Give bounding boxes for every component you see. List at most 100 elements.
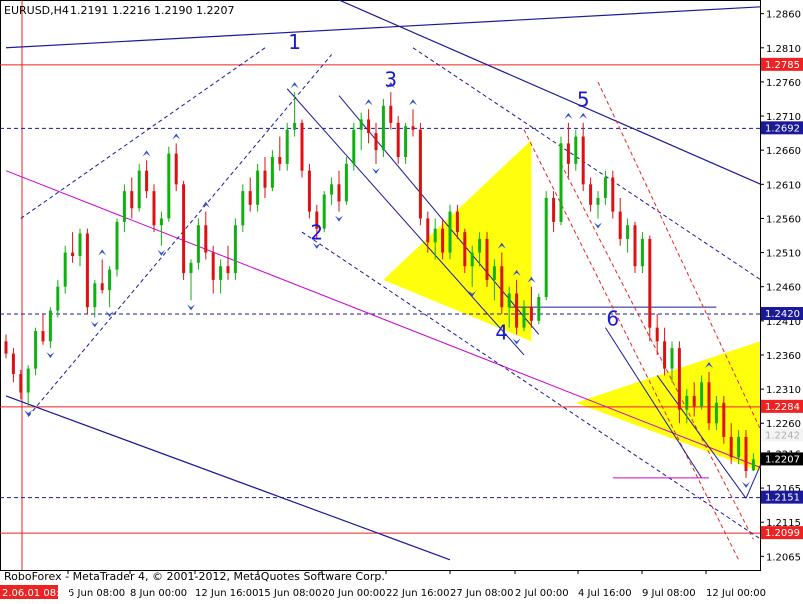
candle	[722, 395, 726, 444]
candle	[300, 119, 304, 178]
x-tick-label: 12 Jul 00:00	[706, 588, 766, 599]
y-tick-label: 1.2660	[766, 146, 801, 157]
y-tick-label: 1.2610	[766, 180, 801, 191]
candle-body	[648, 238, 652, 328]
level-price-label: 1.2420	[765, 309, 800, 320]
candle-body	[337, 184, 341, 202]
y-tick-label: 1.2810	[766, 44, 801, 55]
candle-body	[48, 310, 52, 342]
candle-body	[581, 136, 585, 185]
candle-body	[470, 252, 474, 267]
level-price-label: 1.2099	[765, 528, 800, 539]
candle-body	[278, 157, 282, 164]
candle-body	[196, 225, 200, 263]
x-tick-label: 12 Jun 16:00	[195, 588, 259, 599]
candle	[559, 136, 563, 226]
candle-body	[455, 211, 459, 233]
secondary-price-label: 1.2242	[765, 431, 800, 442]
x-tick-label: 2 Jul 00:00	[515, 588, 569, 599]
candle-body	[640, 238, 644, 267]
level-price-label: 1.2284	[765, 402, 800, 413]
chart-header-symbol: EURUSD,H4	[4, 4, 69, 17]
candle-body	[500, 266, 504, 308]
candle	[352, 122, 356, 171]
candle-body	[492, 266, 496, 280]
x-tick-label: 27 Jun 08:00	[450, 588, 514, 599]
candle	[381, 98, 385, 158]
candle-body	[722, 402, 726, 437]
candle-body	[700, 382, 704, 407]
candle-body	[485, 238, 489, 280]
candle	[544, 191, 548, 301]
level-price-label: 1.2151	[765, 493, 800, 504]
candle-body	[463, 232, 467, 267]
candle-body	[670, 348, 674, 369]
y-tick-label: 1.2510	[766, 249, 801, 260]
cursor-time-label: 2.06.01 08:00	[2, 588, 72, 599]
candle-body	[226, 266, 230, 274]
candle-body	[115, 221, 119, 270]
candle-body	[537, 296, 541, 321]
candle-body	[41, 331, 45, 342]
candle-body	[433, 228, 437, 243]
y-tick-label: 1.2560	[766, 214, 801, 225]
candle	[344, 157, 348, 205]
candle-body	[85, 233, 89, 308]
candle-body	[737, 436, 741, 458]
candle-body	[714, 402, 718, 424]
candle	[633, 221, 637, 274]
candle	[396, 116, 400, 164]
chart-window: 123456 1.2860 1.2810 1.2760 1.2710 1.2660 1.2…	[0, 0, 803, 600]
candle-body	[655, 327, 659, 342]
candle-body	[219, 266, 223, 280]
chart-header-ohlc: 1.2191 1.2216 1.2190 1.2207	[70, 4, 234, 17]
candle-body	[448, 211, 452, 253]
candle-body	[663, 341, 667, 369]
candle-body	[241, 191, 245, 226]
candle-body	[159, 218, 163, 226]
candle	[196, 218, 200, 270]
candle	[182, 180, 186, 280]
candle	[485, 232, 489, 287]
candle-body	[344, 163, 348, 202]
candle	[63, 245, 67, 294]
candle-body	[685, 395, 689, 410]
level-price-label: 1.2692	[765, 123, 800, 134]
candle-body	[204, 225, 208, 253]
candle-body	[122, 191, 126, 222]
candle-body	[618, 211, 622, 239]
candle	[537, 293, 541, 325]
candle	[115, 218, 119, 277]
candle-body	[108, 269, 112, 291]
candle-body	[574, 136, 578, 164]
y-tick-label: 1.2460	[766, 283, 801, 294]
candle-body	[441, 228, 445, 253]
candle-body	[137, 170, 141, 209]
candle-body	[63, 252, 67, 287]
candle-body	[152, 191, 156, 226]
x-tick-label: 22 Jun 16:00	[386, 588, 450, 599]
candle	[285, 122, 289, 171]
y-tick-label: 1.2310	[766, 385, 801, 396]
candle-body	[11, 353, 15, 375]
candle-body	[426, 218, 430, 243]
candle-body	[145, 170, 149, 192]
candle-body	[418, 129, 422, 219]
candle-body	[263, 170, 267, 188]
candle-body	[411, 126, 415, 130]
candle-body	[211, 252, 215, 280]
candle	[448, 204, 452, 260]
current-price-label: 1.2207	[765, 454, 800, 465]
candle	[256, 163, 260, 212]
candle-body	[256, 170, 260, 205]
x-tick-label: 8 Jun 00:00	[130, 588, 187, 599]
candle	[34, 327, 38, 376]
x-tick-label: 9 Jul 08:00	[642, 588, 696, 599]
candle-body	[633, 225, 637, 267]
y-tick-label: 1.2760	[766, 78, 801, 89]
candle-body	[189, 262, 193, 274]
candle	[241, 184, 245, 233]
candle-body	[100, 283, 104, 291]
x-tick-label: 15 Jun 08:00	[258, 588, 322, 599]
candle-body	[552, 197, 556, 222]
